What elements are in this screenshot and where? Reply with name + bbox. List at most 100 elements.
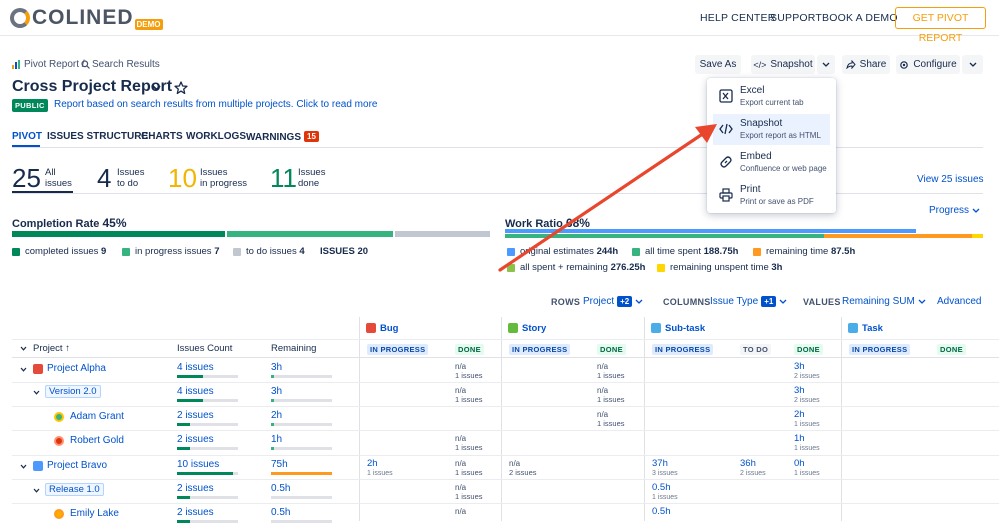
chevron-down-icon[interactable] <box>33 390 40 395</box>
tab-pivot[interactable]: PIVOT <box>12 131 42 142</box>
group-label: Bug <box>380 323 399 334</box>
summary-caption-line1: All <box>45 167 56 178</box>
issues-count-link[interactable]: 10 issues <box>177 459 219 470</box>
remaining-value[interactable]: 3h <box>271 362 282 373</box>
share-button[interactable]: Share <box>842 55 890 74</box>
tab-worklogs[interactable]: WORKLOGS <box>186 131 246 142</box>
row-label[interactable]: Project Bravo <box>47 460 107 471</box>
chevron-down-icon[interactable] <box>20 464 27 469</box>
star-icon[interactable] <box>174 81 188 95</box>
status-header: TO DO <box>740 344 772 355</box>
pivot-cell[interactable]: 0.5h <box>652 507 671 517</box>
breadcrumb-search-results[interactable]: Search Results <box>92 59 160 70</box>
legend-label: completed issues <box>25 246 99 257</box>
progress-dropdown[interactable]: Progress <box>929 205 980 216</box>
row-label[interactable]: Project Alpha <box>47 363 106 374</box>
remaining-time-bar <box>824 234 972 238</box>
legend-all-time-spent: all time spent 188.75h <box>632 246 739 257</box>
configure-dropdown-button[interactable] <box>962 55 983 74</box>
tab-issues-structure[interactable]: ISSUES STRUCTURE <box>47 131 148 142</box>
pivot-cell[interactable]: 36h 2 issues <box>740 459 766 479</box>
columns-value: Issue Type <box>710 296 759 307</box>
pivot-cell[interactable]: 37h 3 issues <box>652 459 678 479</box>
summary-caption-line1: Issues <box>117 167 145 178</box>
tab-charts[interactable]: CHARTS <box>141 131 183 142</box>
user-avatar <box>54 509 64 519</box>
pivot-cell[interactable]: 3h 2 issues <box>794 386 820 406</box>
legend-swatch <box>753 247 761 256</box>
collapse-all-icon[interactable] <box>20 346 27 351</box>
pivot-cell[interactable]: 2h 1 issues <box>367 459 393 479</box>
remaining-value[interactable]: 75h <box>271 459 288 470</box>
snapshot-button[interactable]: </> Snapshot <box>751 55 815 74</box>
menu-item-print[interactable]: Print Print or save as PDF <box>713 180 830 211</box>
chevron-down-icon[interactable] <box>152 85 161 91</box>
colined-logo[interactable]: COLINED DEMO <box>10 6 163 30</box>
excel-icon <box>719 89 733 103</box>
values-selector[interactable]: Remaining SUM <box>842 296 926 307</box>
menu-item-snapshot[interactable]: Snapshot Export report as HTML <box>713 114 830 145</box>
pivot-cell-count: 1 issues <box>455 492 483 501</box>
pivot-cell-value: 36h <box>740 458 756 469</box>
summary-caption-line2: done <box>298 178 320 189</box>
chevron-down-icon[interactable] <box>20 367 27 372</box>
remaining-value[interactable]: 0.5h <box>271 483 290 494</box>
columns-selector[interactable]: Issue Type +1 <box>710 296 787 307</box>
summary-caption-line1: Issues <box>298 167 326 178</box>
issues-count-link[interactable]: 2 issues <box>177 434 214 445</box>
nav-help-center[interactable]: HELP CENTER <box>700 12 776 24</box>
menu-item-excel[interactable]: Excel Export current tab <box>713 81 830 112</box>
row-label[interactable]: Emily Lake <box>70 508 119 519</box>
remaining-value[interactable]: 2h <box>271 410 282 421</box>
page-title: Cross Project Report <box>12 78 173 95</box>
completion-segment <box>12 231 226 237</box>
legend-completed: completed issues 9 <box>12 246 106 257</box>
header-project[interactable]: Project ↑ <box>33 343 70 354</box>
breadcrumb-pivot-report[interactable]: Pivot Report / <box>24 59 85 70</box>
tab-warnings[interactable]: WARNINGS 15 <box>246 131 319 143</box>
version-tag[interactable]: Version 2.0 <box>45 385 101 398</box>
row-divider <box>12 503 999 504</box>
issues-count-bar <box>177 375 238 378</box>
version-tag[interactable]: Release 1.0 <box>45 483 104 496</box>
configure-button[interactable]: Configure <box>896 55 960 74</box>
rows-selector[interactable]: Project +2 <box>583 296 643 307</box>
header-remaining[interactable]: Remaining <box>271 343 316 354</box>
summary-caption-line2: in progress <box>200 178 247 189</box>
nav-book-demo[interactable]: BOOK A DEMO <box>822 12 898 24</box>
remaining-value[interactable]: 1h <box>271 434 282 445</box>
menu-item-subtitle: Export report as HTML <box>740 131 821 140</box>
pivot-table: Bug Story Sub-task Task Project ↑ Issues… <box>12 317 999 523</box>
pivot-cell-count: 1 issues <box>794 470 820 477</box>
legend-to-do: to do issues 4 <box>233 246 305 257</box>
original-estimates-bar <box>505 229 916 233</box>
issues-count-link[interactable]: 2 issues <box>177 483 214 494</box>
pivot-cell[interactable]: 0.5h 1 issues <box>652 483 678 503</box>
remaining-value[interactable]: 0.5h <box>271 507 290 518</box>
pivot-cell[interactable]: 2h 1 issues <box>794 410 820 430</box>
advanced-link[interactable]: Advanced <box>937 296 981 307</box>
get-pivot-report-button[interactable]: GET PIVOT REPORT <box>895 7 986 44</box>
menu-item-embed[interactable]: Embed Confluence or web page <box>713 147 830 178</box>
issues-count-link[interactable]: 2 issues <box>177 507 214 518</box>
pivot-cell-value: 2h <box>794 409 805 420</box>
issues-count-link[interactable]: 4 issues <box>177 362 214 373</box>
user-avatar <box>54 436 64 446</box>
view-issues-link[interactable]: View 25 issues <box>917 174 984 185</box>
header-issues-count[interactable]: Issues Count <box>177 343 232 354</box>
chevron-down-icon[interactable] <box>33 488 40 493</box>
nav-support[interactable]: SUPPORT <box>770 12 822 24</box>
report-description-link[interactable]: Report based on search results from mult… <box>54 99 377 110</box>
pivot-cell[interactable]: 0h 1 issues <box>794 459 820 479</box>
issues-total-label: ISSUES <box>320 246 355 257</box>
issues-count-link[interactable]: 4 issues <box>177 386 214 397</box>
completion-segment <box>395 231 490 237</box>
row-label[interactable]: Robert Gold <box>70 435 124 446</box>
issues-count-link[interactable]: 2 issues <box>177 410 214 421</box>
pivot-cell[interactable]: 3h 2 issues <box>794 362 820 382</box>
save-as-button[interactable]: Save As <box>695 55 741 74</box>
row-label[interactable]: Adam Grant <box>70 411 124 422</box>
snapshot-dropdown-button[interactable] <box>817 55 835 74</box>
pivot-cell[interactable]: 1h 1 issues <box>794 434 820 454</box>
remaining-value[interactable]: 3h <box>271 386 282 397</box>
